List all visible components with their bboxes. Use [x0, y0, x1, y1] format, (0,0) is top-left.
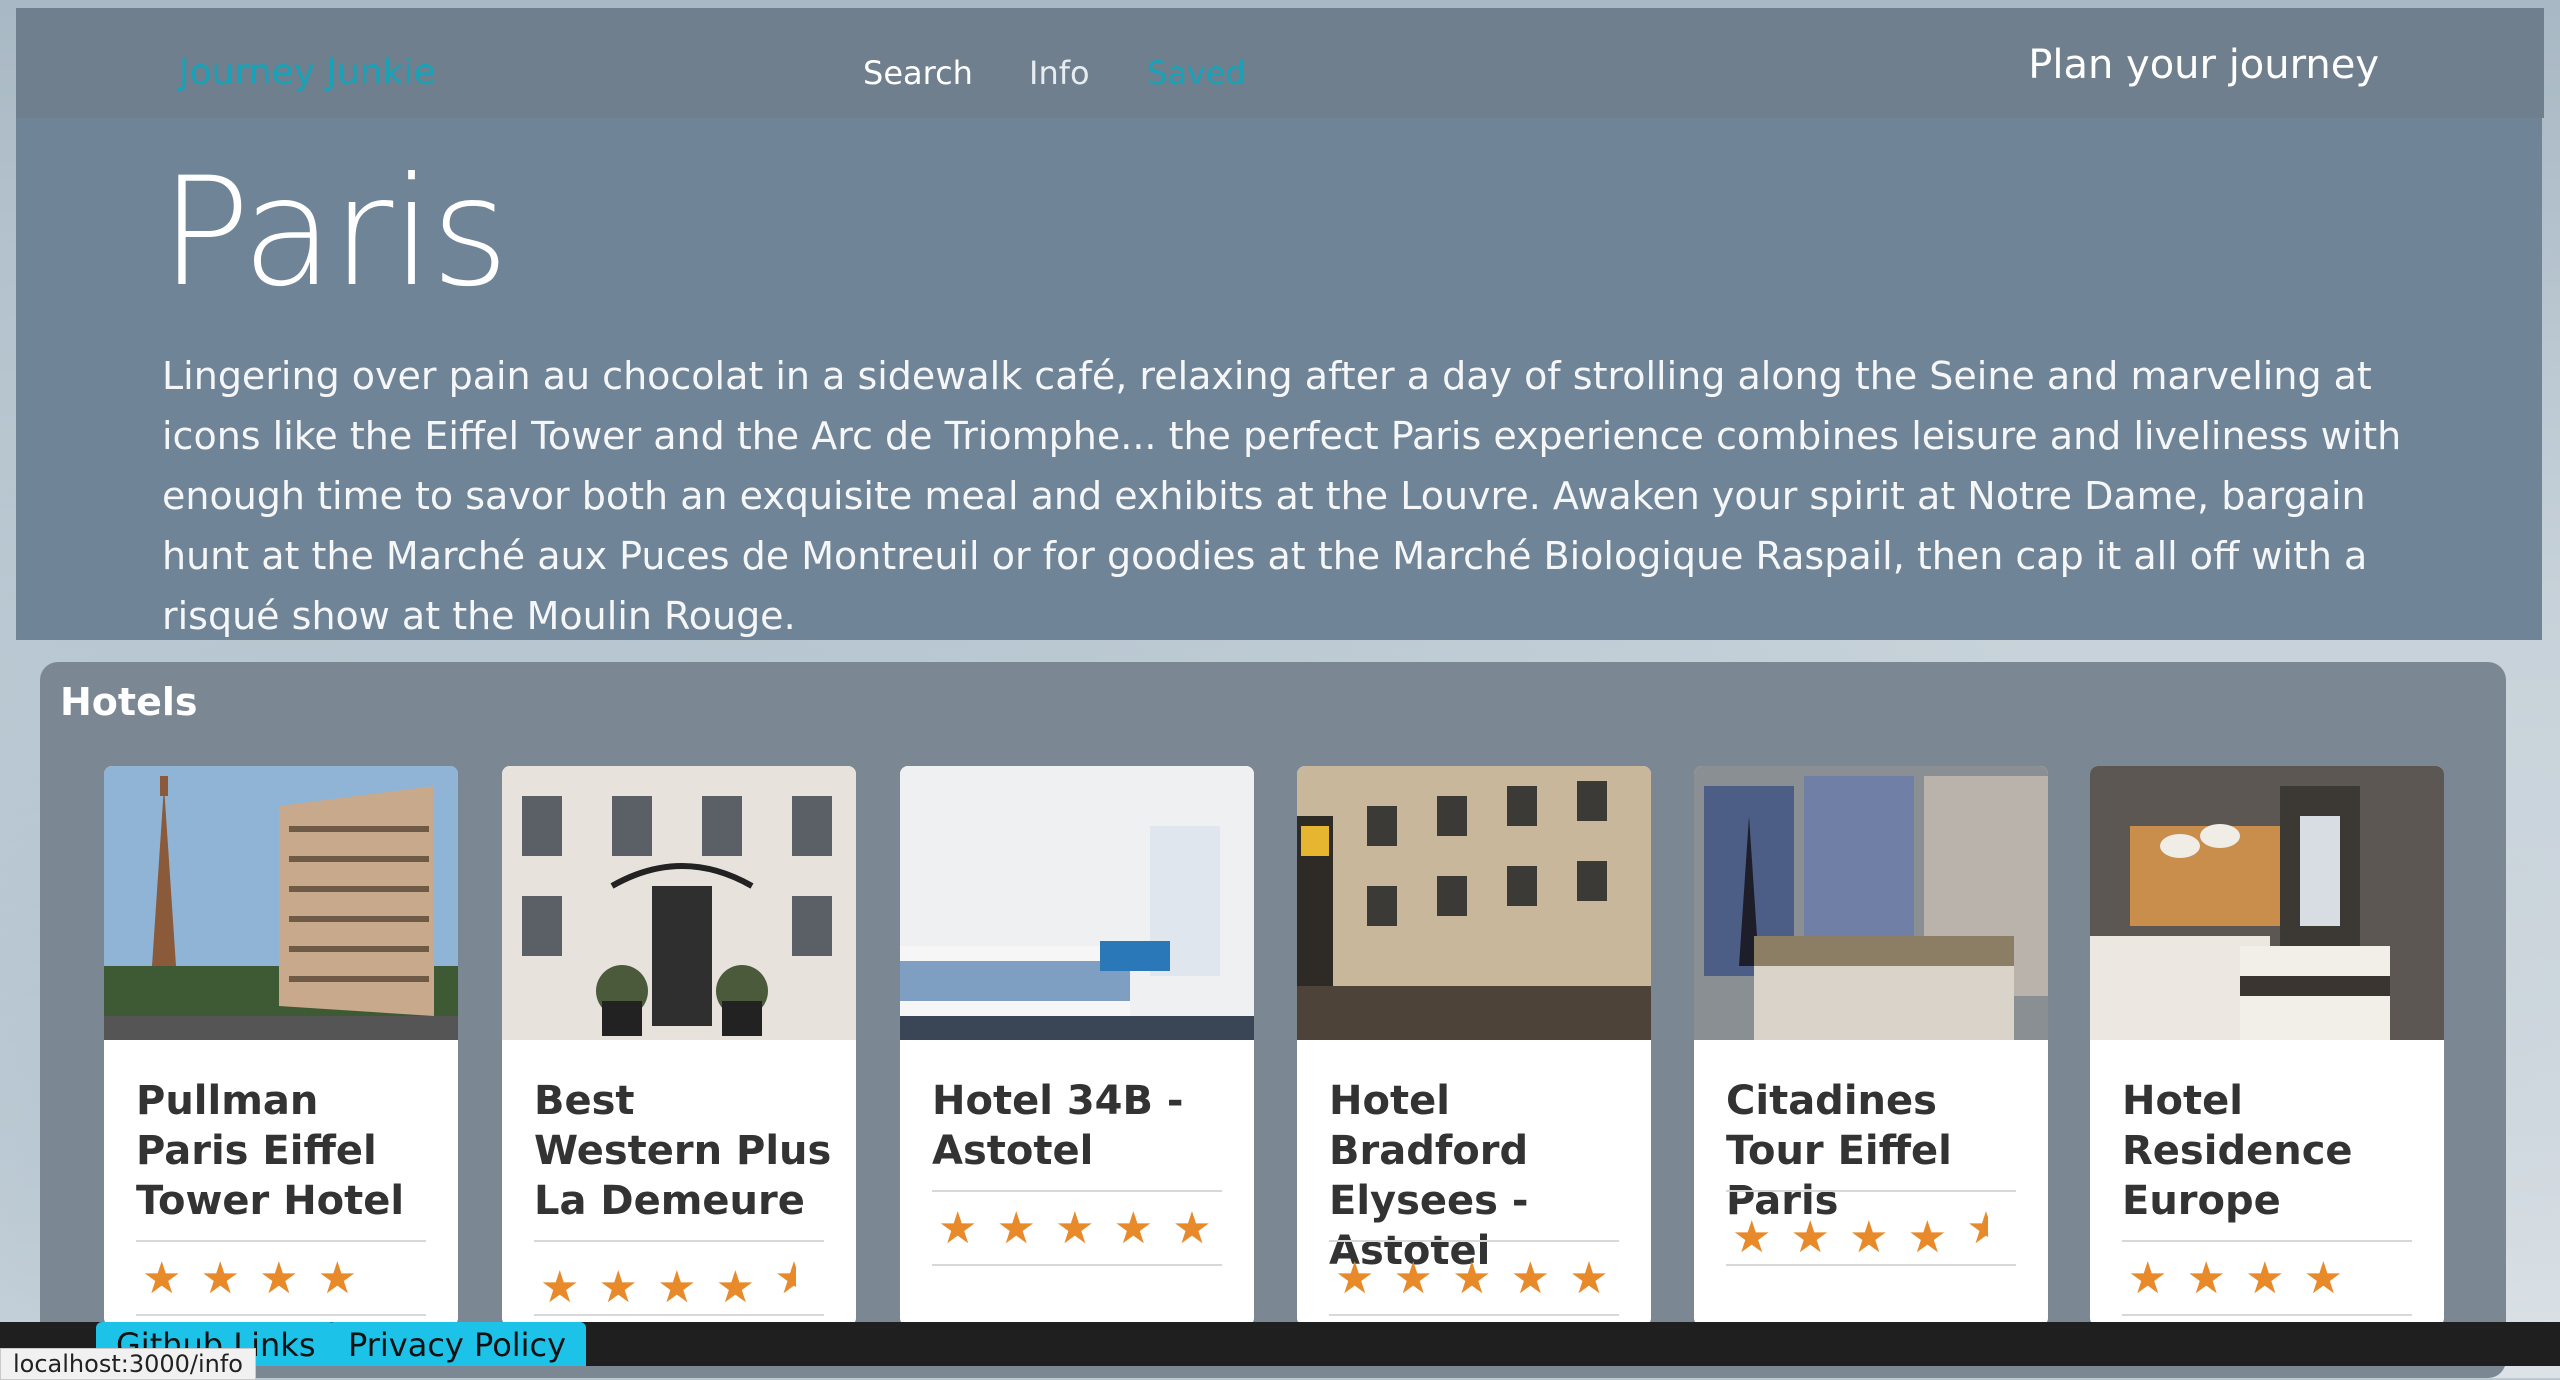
half-star-icon: ★ [774, 1256, 797, 1302]
star-icon: ★ [1055, 1203, 1095, 1254]
star-rating: ★ ★ ★ ★ ★ [540, 1256, 810, 1311]
star-rating: ★ ★ ★ ★ ★ [1732, 1206, 2002, 1261]
star-icon: ★ [2128, 1253, 2168, 1304]
nav-saved[interactable]: Saved [1147, 54, 1246, 92]
star-icon: ★ [1335, 1253, 1375, 1304]
star-icon: ★ [317, 1253, 358, 1304]
card-divider [1726, 1190, 2016, 1192]
hotel-photo [502, 766, 856, 1040]
star-icon: ★ [142, 1253, 182, 1304]
card-divider [932, 1264, 1222, 1266]
hotel-name: Citadines Tour Eiffel Paris [1726, 1078, 1952, 1224]
card-divider [2122, 1314, 2412, 1316]
card-divider [534, 1240, 824, 1242]
hotel-photo [2090, 766, 2444, 1040]
plan-journey-label: Plan your journey [2028, 42, 2379, 88]
star-icon: ★ [715, 1262, 756, 1313]
star-icon: ★ [1569, 1253, 1609, 1304]
nav-info[interactable]: Info [1029, 54, 1090, 92]
star-icon: ★ [259, 1253, 299, 1304]
hotel-card[interactable]: Hotel Bradford Elysees - Astotel ★ ★ ★ ★… [1297, 766, 1651, 1326]
hotel-name: Hotel Bradford Elysees - Astotel [1329, 1078, 1529, 1274]
hotel-name: Hotel Residence Europe [2122, 1078, 2353, 1224]
hotel-card[interactable]: Pullman Paris Eiffel Tower Hotel ★ ★ ★ ★ [104, 766, 458, 1326]
card-divider [932, 1190, 1222, 1192]
page-title: Paris [160, 146, 509, 320]
star-rating: ★ ★ ★ ★ ★ [938, 1206, 1226, 1252]
star-icon: ★ [540, 1262, 580, 1313]
hotel-card[interactable]: Citadines Tour Eiffel Paris ★ ★ ★ ★ ★ [1694, 766, 2048, 1326]
star-icon: ★ [1113, 1203, 1154, 1254]
star-icon: ★ [2303, 1253, 2344, 1304]
star-icon: ★ [598, 1262, 638, 1313]
star-icon: ★ [938, 1203, 978, 1254]
hotel-photo [1297, 766, 1651, 1040]
status-bar-url: localhost:3000/info [0, 1348, 256, 1380]
star-icon: ★ [1510, 1253, 1551, 1304]
nav-search[interactable]: Search [863, 54, 973, 92]
star-rating: ★ ★ ★ ★ ★ [1335, 1256, 1623, 1302]
hotel-name: Pullman Paris Eiffel Tower Hotel [136, 1078, 405, 1224]
card-divider [136, 1240, 426, 1242]
card-divider [1329, 1240, 1619, 1242]
hotel-photo [1694, 766, 2048, 1040]
hotel-name: Hotel 34B - Astotel [932, 1078, 1184, 1174]
star-icon: ★ [1172, 1203, 1212, 1254]
star-icon: ★ [1790, 1212, 1830, 1263]
star-icon: ★ [200, 1253, 240, 1304]
card-divider [1329, 1314, 1619, 1316]
hotel-name: Best Western Plus La Demeure [534, 1078, 832, 1224]
star-icon: ★ [996, 1203, 1036, 1254]
hotels-heading: Hotels [60, 680, 198, 724]
navbar: Journey Junkie Search Info Saved Plan yo… [16, 8, 2544, 118]
hotel-card[interactable]: Hotel 34B - Astotel ★ ★ ★ ★ ★ [900, 766, 1254, 1326]
star-icon: ★ [1732, 1212, 1772, 1263]
hero-section: Paris Lingering over pain au chocolat in… [16, 118, 2542, 640]
brand-link[interactable]: Journey Junkie [179, 52, 436, 93]
star-icon: ★ [1907, 1212, 1948, 1263]
hotel-card[interactable]: Best Western Plus La Demeure ★ ★ ★ ★ ★ [502, 766, 856, 1326]
card-divider [534, 1314, 824, 1316]
star-icon: ★ [1393, 1253, 1433, 1304]
star-rating: ★ ★ ★ ★ [2128, 1256, 2357, 1302]
card-divider [2122, 1240, 2412, 1242]
hotel-photo [104, 766, 458, 1040]
city-description: Lingering over pain au chocolat in a sid… [162, 354, 2402, 638]
star-icon: ★ [2186, 1253, 2226, 1304]
hotel-photo [900, 766, 1254, 1040]
hotels-panel: Hotels Pullman Paris Eiffel Tower Hotel … [40, 662, 2506, 1378]
card-divider [136, 1314, 426, 1316]
star-icon: ★ [657, 1262, 697, 1313]
star-icon: ★ [1849, 1212, 1889, 1263]
star-icon: ★ [2245, 1253, 2285, 1304]
half-star-icon: ★ [1966, 1206, 1989, 1252]
star-icon: ★ [1452, 1253, 1492, 1304]
star-rating: ★ ★ ★ ★ [142, 1256, 371, 1302]
privacy-policy-button[interactable]: Privacy Policy [328, 1322, 587, 1366]
hotel-card[interactable]: Hotel Residence Europe ★ ★ ★ ★ [2090, 766, 2444, 1326]
card-divider [1726, 1264, 2016, 1266]
